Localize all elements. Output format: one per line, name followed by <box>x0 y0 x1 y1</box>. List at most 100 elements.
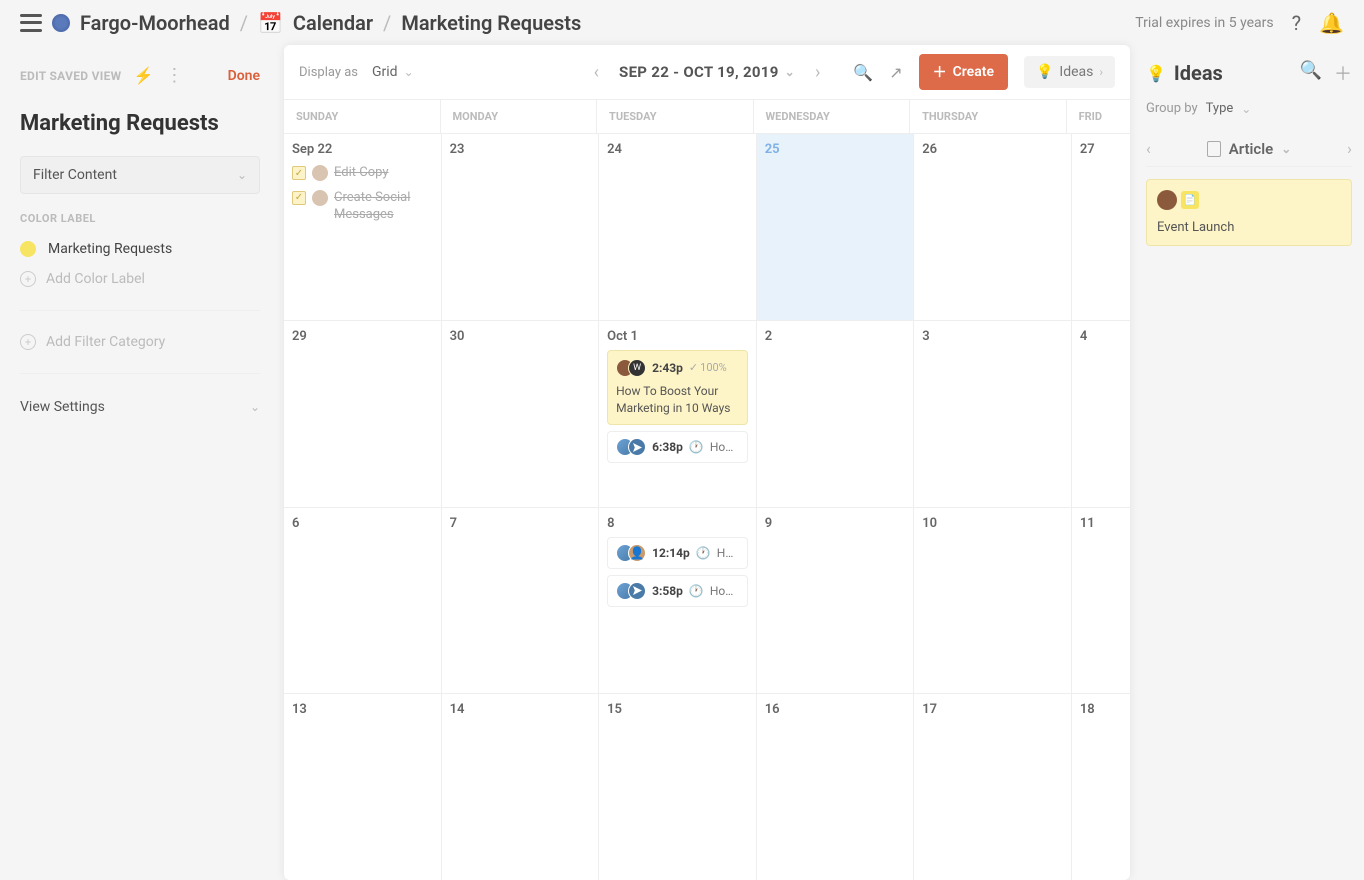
progress-badge: ✓100% <box>689 361 727 374</box>
create-button[interactable]: ＋ Create <box>919 54 1008 90</box>
event-card[interactable]: W 2:43p ✓100% How To Boost Your Marketin… <box>607 350 748 426</box>
calendar-cell[interactable]: 27 <box>1072 134 1130 320</box>
calendar-cell[interactable]: 4 <box>1072 321 1130 507</box>
event-pill[interactable]: 3:58p 🕐 How T… <box>607 575 748 607</box>
chevron-down-icon: ⌄ <box>404 65 414 79</box>
calendar-cell[interactable]: 9 <box>757 508 915 694</box>
prev-range-button[interactable]: ‹ <box>590 58 603 87</box>
calendar-cell[interactable]: 23 <box>442 134 600 320</box>
calendar-cell[interactable]: 17 <box>914 694 1072 880</box>
calendar-cell[interactable]: 30 <box>442 321 600 507</box>
calendar-icon: 📅 <box>258 11 283 35</box>
color-label-text: Marketing Requests <box>48 241 172 257</box>
search-icon[interactable]: 🔍 <box>1300 60 1322 86</box>
ideas-toggle-button[interactable]: 💡 Ideas › <box>1024 56 1115 88</box>
next-type-button[interactable]: › <box>1347 139 1352 158</box>
add-idea-button[interactable]: ＋ <box>1334 60 1352 86</box>
divider <box>20 310 260 311</box>
breadcrumb-page[interactable]: Marketing Requests <box>401 11 581 35</box>
chevron-down-icon: ⌄ <box>250 400 260 414</box>
filter-content-accordion[interactable]: Filter Content ⌄ <box>20 156 260 194</box>
calendar-cell[interactable]: 15 <box>599 694 757 880</box>
send-icon <box>628 438 646 456</box>
clock-icon: 🕐 <box>689 440 704 454</box>
ideas-title: Ideas <box>1174 61 1223 85</box>
breadcrumb-section[interactable]: Calendar <box>293 11 373 35</box>
person-icon: 👤 <box>628 544 646 562</box>
event-pill[interactable]: 6:38p 🕐 How T… <box>607 431 748 463</box>
idea-card[interactable]: 📄 Event Launch <box>1146 179 1352 246</box>
chevron-down-icon: ⌄ <box>1281 142 1291 156</box>
event-pill[interactable]: 👤 12:14p 🕐 How … <box>607 537 748 569</box>
calendar-cell[interactable]: Oct 1 W 2:43p ✓100% How To Boost Your Ma… <box>599 321 757 507</box>
divider <box>20 373 260 374</box>
document-icon: 📄 <box>1181 191 1199 209</box>
chevron-down-icon: ⌄ <box>785 65 795 79</box>
avatar <box>312 165 328 181</box>
document-icon <box>1207 141 1221 157</box>
clock-icon: 🕐 <box>689 584 704 598</box>
plus-icon: + <box>20 271 36 287</box>
clock-icon: 🕐 <box>696 546 711 560</box>
chevron-down-icon: ⌄ <box>237 168 247 182</box>
search-icon[interactable]: 🔍 <box>853 63 873 82</box>
display-as-label: Display as <box>299 65 358 80</box>
calendar-cell[interactable]: 11 <box>1072 508 1130 694</box>
calendar-cell[interactable]: 7 <box>442 508 600 694</box>
task-item[interactable]: ✓ Edit Copy <box>292 165 433 182</box>
calendar-cell[interactable]: 14 <box>442 694 600 880</box>
calendar-cell[interactable]: 10 <box>914 508 1072 694</box>
calendar-header-row: SUNDAY MONDAY TUESDAY WEDNESDAY THURSDAY… <box>284 100 1130 134</box>
trial-text: Trial expires in 5 years <box>1135 15 1273 31</box>
color-label-row[interactable]: Marketing Requests <box>20 235 260 263</box>
type-selector[interactable]: Article ⌄ <box>1207 140 1292 158</box>
send-icon <box>628 582 646 600</box>
edit-saved-view-label: EDIT SAVED VIEW <box>20 69 121 83</box>
chevron-down-icon: ⌄ <box>1241 102 1251 116</box>
bolt-icon[interactable]: ⚡ <box>133 66 153 85</box>
calendar-cell[interactable]: Sep 22 ✓ Edit Copy ✓ Create Social Messa… <box>284 134 442 320</box>
date-range-selector[interactable]: SEP 22 - OCT 19, 2019⌄ <box>619 63 795 81</box>
breadcrumb: Fargo-Moorhead / 📅 Calendar / Marketing … <box>52 11 581 35</box>
checkbox-icon: ✓ <box>292 191 306 205</box>
done-button[interactable]: Done <box>228 68 260 84</box>
calendar-cell[interactable]: 8 👤 12:14p 🕐 How … 3:58p 🕐 How T… <box>599 508 757 694</box>
wordpress-icon: W <box>628 359 646 377</box>
calendar-cell[interactable]: 18 <box>1072 694 1130 880</box>
task-item[interactable]: ✓ Create Social Messages <box>292 190 433 224</box>
add-filter-category-button[interactable]: + Add Filter Category <box>20 326 260 358</box>
calendar-cell[interactable]: 13 <box>284 694 442 880</box>
calendar-cell-today[interactable]: 25 <box>757 134 915 320</box>
calendar-cell[interactable]: 26 <box>914 134 1072 320</box>
avatar <box>1157 190 1177 210</box>
help-icon[interactable]: ? <box>1292 11 1301 35</box>
checkbox-icon: ✓ <box>292 166 306 180</box>
globe-icon <box>52 14 70 32</box>
calendar-cell[interactable]: 3 <box>914 321 1072 507</box>
avatar <box>312 190 328 206</box>
view-settings-accordion[interactable]: View Settings ⌄ <box>20 389 260 425</box>
calendar-cell[interactable]: 24 <box>599 134 757 320</box>
lightbulb-icon: 💡 <box>1146 64 1166 83</box>
share-icon[interactable]: ↗ <box>889 63 902 82</box>
prev-type-button[interactable]: ‹ <box>1146 139 1151 158</box>
group-by-selector[interactable]: Group by Type ⌄ <box>1146 101 1352 116</box>
display-as-selector[interactable]: Grid ⌄ <box>372 64 414 80</box>
filter-content-label: Filter Content <box>33 167 117 183</box>
calendar-cell[interactable]: 16 <box>757 694 915 880</box>
calendar-cell[interactable]: 6 <box>284 508 442 694</box>
next-range-button[interactable]: › <box>811 58 824 87</box>
color-label-header: COLOR LABEL <box>20 212 260 225</box>
breadcrumb-sep: / <box>383 11 391 35</box>
calendar-cell[interactable]: 29 <box>284 321 442 507</box>
breadcrumb-sep: / <box>240 11 248 35</box>
notifications-icon[interactable]: 🔔 <box>1319 11 1344 35</box>
breadcrumb-org[interactable]: Fargo-Moorhead <box>80 11 230 35</box>
plus-icon: + <box>20 334 36 350</box>
color-swatch-yellow <box>20 241 36 257</box>
view-settings-label: View Settings <box>20 399 105 415</box>
add-color-label-button[interactable]: + Add Color Label <box>20 263 260 295</box>
menu-icon[interactable] <box>20 14 42 32</box>
more-icon[interactable]: ⋮ <box>165 65 183 86</box>
calendar-cell[interactable]: 2 <box>757 321 915 507</box>
